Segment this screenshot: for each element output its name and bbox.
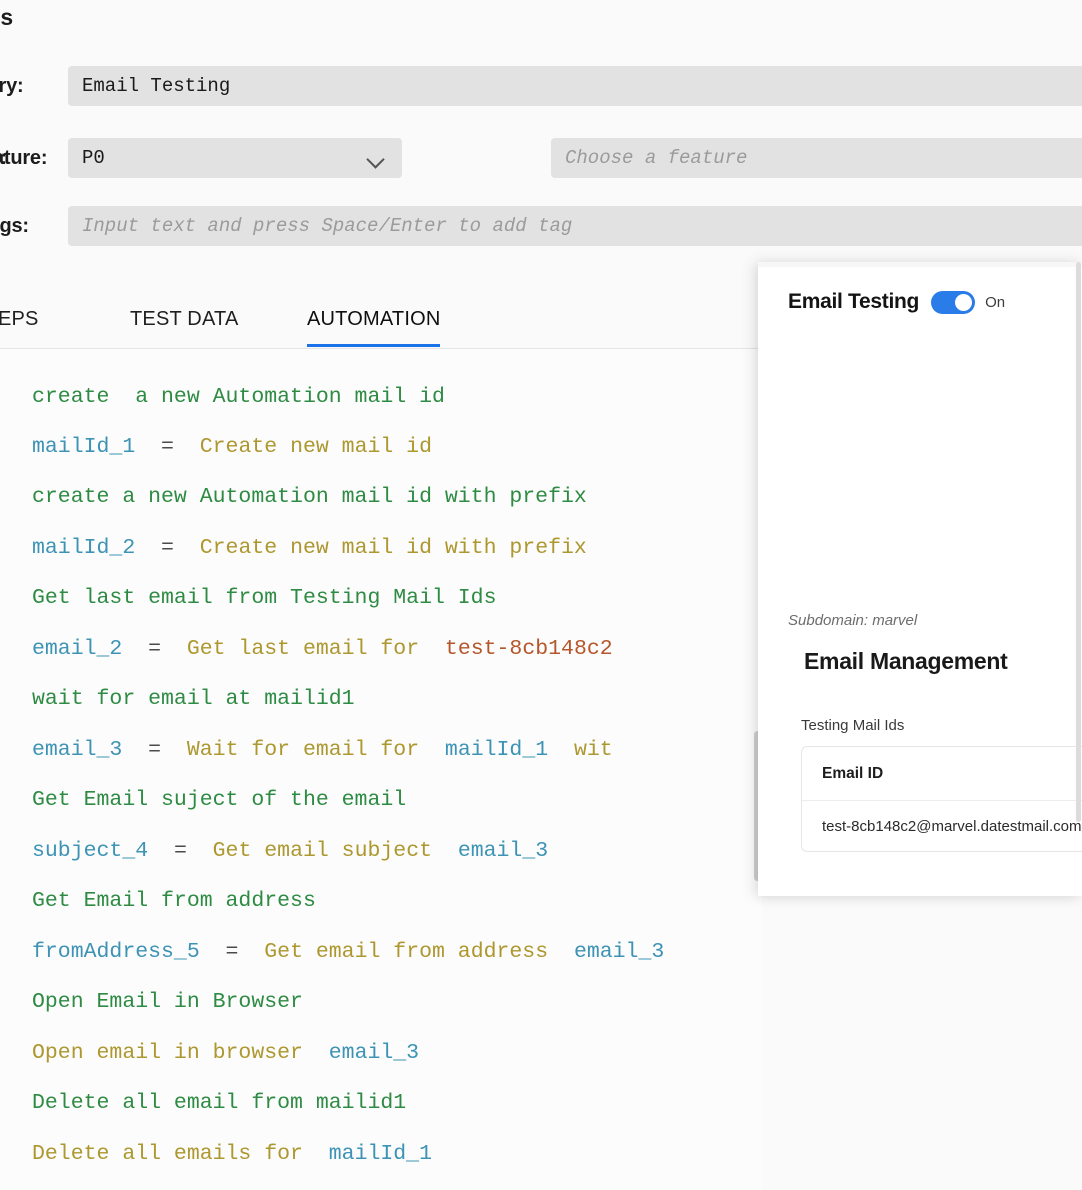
code-command-tail: wit [574,738,613,762]
code-command: Open email in browser [32,1041,303,1065]
priority-select[interactable]: P0 [68,138,402,178]
tab-automation-label: AUTOMATION [307,308,440,331]
code-line: create a new Automation mail id [32,385,445,409]
tab-test-data[interactable]: TEST DATA [130,296,238,347]
toggle-state-label: On [985,294,1005,311]
code-comment: create a new Automation mail id with pre… [32,485,587,509]
code-line: Open email in browser email_3 [32,1041,419,1065]
code-line: fromAddress_5 = Get email from address e… [32,940,664,964]
code-comment: wait for email at mailid1 [32,687,355,711]
code-line: Open Email in Browser [32,990,303,1014]
code-argument: email_3 [574,940,664,964]
code-comment: Open Email in Browser [32,990,303,1014]
code-argument: mailId_1 [329,1142,432,1166]
tab-steps-label: STEPS [0,308,39,331]
code-line: wait for email at mailid1 [32,687,355,711]
panel-scrollbar[interactable] [1075,262,1082,896]
code-variable: subject_4 [32,839,148,863]
code-command: Create new mail id with prefix [200,536,587,560]
code-argument: mailId_1 [445,738,548,762]
code-operator: = [148,738,161,762]
testing-mail-ids-label: Testing Mail Ids [801,717,904,734]
active-tab-indicator [307,344,440,347]
code-variable: mailId_2 [32,536,135,560]
code-variable: email_3 [32,738,122,762]
code-command: Get email from address [264,940,548,964]
page-title: tails [0,4,13,31]
feature-input[interactable]: Choose a feature [551,138,1082,178]
code-line: email_2 = Get last email for test-8cb148… [32,637,613,661]
code-variable: mailId_1 [32,435,135,459]
code-line: Get last email from Testing Mail Ids [32,586,496,610]
test-case-details-page: tails mary: Email Testing rity: P0 Featu… [0,0,1082,1190]
code-argument: email_3 [458,839,548,863]
code-line: Delete all email from mailid1 [32,1091,406,1115]
code-variable: fromAddress_5 [32,940,200,964]
tab-test-data-label: TEST DATA [130,308,238,331]
code-argument: email_3 [329,1041,419,1065]
code-command: Get last email for [187,637,419,661]
code-line: mailId_1 = Create new mail id [32,435,432,459]
toggle-knob [955,294,972,311]
page-background-fill [762,896,1082,1190]
tags-input[interactable]: Input text and press Space/Enter to add … [68,206,1082,246]
tab-steps[interactable]: STEPS [0,296,39,347]
panel-heading: Email Management [804,648,1008,675]
code-comment: Get Email from address [32,889,316,913]
code-line: subject_4 = Get email subject email_3 [32,839,548,863]
code-command: Wait for email for [187,738,419,762]
panel-title: Email Testing [788,290,919,314]
chevron-down-icon [368,153,386,163]
tags-label: Tags: [0,215,29,238]
code-line: Get Email from address [32,889,316,913]
testing-mail-ids-label-text: Testing Mail Ids [801,717,904,734]
priority-value: P0 [82,147,105,169]
summary-label: mary: [0,75,23,98]
table-column-header: Email ID [802,747,1082,801]
code-operator: = [226,940,239,964]
code-line: mailId_2 = Create new mail id with prefi… [32,536,587,560]
automation-code-editor[interactable]: create a new Automation mail id mailId_1… [0,349,762,1190]
code-command: Delete all emails for [32,1142,303,1166]
panel-header: Email Testing On [788,290,1005,314]
code-operator: = [161,536,174,560]
panel-scrollbar-thumb[interactable] [1076,262,1081,822]
testing-mail-ids-table: Email ID test-8cb148c2@marvel.datestmail… [801,746,1082,852]
code-operator: = [161,435,174,459]
code-command: Create new mail id [200,435,432,459]
code-comment: Get Email suject of the email [32,788,406,812]
table-row[interactable]: test-8cb148c2@marvel.datestmail.com [802,801,1082,851]
code-string: test-8cb148c2 [445,637,613,661]
email-management-panel: Email Testing On Subdomain: marvel Email… [758,262,1082,896]
code-operator: = [174,839,187,863]
summary-input[interactable]: Email Testing [68,66,1082,106]
code-line: create a new Automation mail id with pre… [32,485,587,509]
feature-label: Feature: [0,147,47,170]
code-variable: email_2 [32,637,122,661]
code-comment: Delete all email from mailid1 [32,1091,406,1115]
code-line: Get Email suject of the email [32,788,406,812]
code-comment: create a new Automation mail id [32,385,445,409]
code-line: email_3 = Wait for email for mailId_1 wi… [32,738,613,762]
code-command: Get email subject [213,839,432,863]
tab-automation[interactable]: AUTOMATION [307,296,440,347]
email-testing-toggle[interactable] [931,291,975,314]
subdomain-label: Subdomain: marvel [788,612,917,629]
panel-top-strip [758,262,1082,267]
code-operator: = [148,637,161,661]
code-comment: Get last email from Testing Mail Ids [32,586,496,610]
code-line: Delete all emails for mailId_1 [32,1142,432,1166]
email-id-value: test-8cb148c2@marvel.datestmail.com [822,818,1082,835]
